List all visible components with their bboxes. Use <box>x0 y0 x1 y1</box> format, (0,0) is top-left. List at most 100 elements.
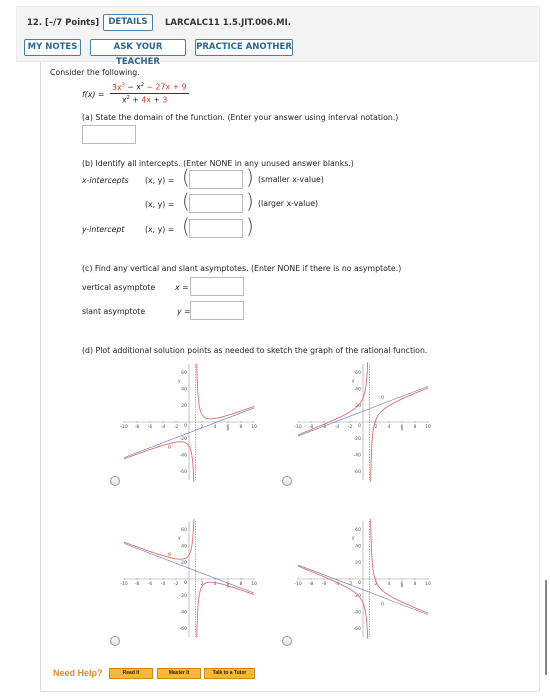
graph-option-4: -10-8-6-4-2246810-60-40-202040600xy <box>294 519 431 639</box>
xy-label: (x, y) = <box>145 176 175 185</box>
close-paren: ) <box>246 165 254 189</box>
x-tick-label: -10 <box>294 581 302 587</box>
hole-marker <box>380 395 385 399</box>
part-c-prompt: (c) Find any vertical and slant asymptot… <box>82 264 402 273</box>
slant-asymptote-input[interactable] <box>190 301 244 320</box>
x-axis-label: x <box>401 427 404 432</box>
y-tick-label: -40 <box>179 610 187 616</box>
y-tick-label: 40 <box>355 543 361 549</box>
y-tick-label: -60 <box>179 469 187 475</box>
x-tick-label: 4 <box>388 424 391 430</box>
y-axis-label: y <box>178 536 181 541</box>
points-label: [–/7 Points] <box>45 18 100 28</box>
x-equals-label: x = <box>175 283 189 292</box>
hole-marker <box>167 445 172 449</box>
x-tick-label: 4 <box>214 424 217 430</box>
question-header: 12. [–/7 Points] DETAILS LARCALC11 1.5.J… <box>16 6 540 67</box>
y-axis-label: y <box>178 379 181 384</box>
x-tick-label: -8 <box>309 581 314 587</box>
x-tick-label: 10 <box>251 581 257 587</box>
talk-to-tutor-button[interactable]: Talk to a Tutor <box>204 668 255 679</box>
slant-asymptote-label: slant asymptote <box>82 307 146 316</box>
x-tick-label: -6 <box>322 581 327 587</box>
part-a-prompt: (a) State the domain of the function. (E… <box>82 113 399 122</box>
radio-option-4[interactable] <box>282 636 292 646</box>
details-button[interactable]: DETAILS <box>103 14 153 31</box>
y-tick-label: -60 <box>353 626 361 632</box>
radio-option-1[interactable] <box>110 476 120 486</box>
denominator: x2 + 4x + 3 <box>122 94 168 105</box>
function-fraction: 3x3 − x2 − 27x + 9 x2 + 4x + 3 <box>110 82 189 104</box>
y-tick-label: 60 <box>355 370 361 376</box>
x-tick-label: -10 <box>120 424 128 430</box>
x-tick-label: -10 <box>294 424 302 430</box>
graph-option-3: -10 -8 -6 -4 -2 2 4 6 8 10-60-40-202040600xy <box>120 519 257 638</box>
y-tick-label: 60 <box>181 370 187 376</box>
function-curve-right <box>196 581 255 638</box>
x-tick-label: 8 <box>414 581 417 587</box>
y-axis-label: y <box>352 536 355 541</box>
scrollbar[interactable] <box>545 580 547 675</box>
read-it-button[interactable]: Read It <box>109 668 153 679</box>
x-intercept-1-input[interactable] <box>189 170 243 189</box>
function-curve-left <box>123 441 195 482</box>
y-tick-label: 40 <box>181 543 187 549</box>
larger-note: (larger x-value) <box>258 199 319 208</box>
function-curve-right <box>370 387 429 482</box>
radio-option-3[interactable] <box>110 636 120 646</box>
intro-text: Consider the following. <box>50 68 140 77</box>
y-intercept-input[interactable] <box>189 219 243 238</box>
function-curve-right <box>196 363 255 420</box>
xy-label: (x, y) = <box>145 200 175 209</box>
domain-input[interactable] <box>82 125 136 144</box>
close-paren: ) <box>246 214 254 238</box>
x-tick-label: 10 <box>251 424 257 430</box>
y-tick-label: 20 <box>355 560 361 566</box>
x-tick-label: 8 <box>414 424 417 430</box>
xy-label: (x, y) = <box>145 225 175 234</box>
x-tick-label: 2 <box>201 424 204 430</box>
ask-teacher-button[interactable]: ASK YOUR TEACHER <box>90 39 186 67</box>
function-curve-left <box>123 519 195 560</box>
x-tick-label: -6 <box>148 424 153 430</box>
x-tick-label: -4 <box>335 424 340 430</box>
x-tick-label: 8 <box>240 424 243 430</box>
need-help-label: Need Help? <box>53 668 103 678</box>
y-tick-label: -40 <box>353 453 361 459</box>
y-tick-label: -60 <box>353 469 361 475</box>
question-number: 12. [–/7 Points] <box>27 18 100 28</box>
y-tick-label: -20 <box>353 436 361 442</box>
x-tick-label: -6 <box>148 581 153 587</box>
y-tick-label: -40 <box>353 610 361 616</box>
y-tick-label: 40 <box>181 386 187 392</box>
x-tick-label: 8 <box>240 581 243 587</box>
problem-code: LARCALC11 1.5.JIT.006.MI. <box>165 18 291 28</box>
x-tick-label: -10 <box>120 581 128 587</box>
x-axis-label: x <box>227 584 230 589</box>
function-lhs: f(x) = <box>82 90 105 99</box>
x-tick-label: 4 <box>388 581 391 587</box>
hole-marker <box>167 552 172 556</box>
origin-label: 0 <box>358 423 361 429</box>
x-tick-label: 10 <box>425 581 431 587</box>
part-d-prompt: (d) Plot additional solution points as n… <box>82 346 428 355</box>
master-it-button[interactable]: Master It <box>157 668 201 679</box>
x-tick-label: 2 <box>375 424 378 430</box>
vertical-asymptote-input[interactable] <box>190 277 244 296</box>
radio-option-2[interactable] <box>282 476 292 486</box>
origin-label: 0 <box>184 423 187 429</box>
y-tick-label: 60 <box>355 527 361 533</box>
numerator: 3x3 − x2 − 27x + 9 <box>110 82 189 94</box>
x-tick-label: 4 <box>214 581 217 587</box>
x-intercept-2-input[interactable] <box>189 194 243 213</box>
hole-marker <box>380 602 385 606</box>
practice-another-button[interactable]: PRACTICE ANOTHER <box>195 39 293 56</box>
x-axis-label: x <box>227 427 230 432</box>
my-notes-button[interactable]: MY NOTES <box>24 39 81 56</box>
y-tick-label: 60 <box>181 527 187 533</box>
y-tick-label: -20 <box>179 436 187 442</box>
x-tick-label: -2 <box>174 424 179 430</box>
part-b-prompt: (b) Identify all intercepts. (Enter NONE… <box>82 159 354 168</box>
function-curve-right <box>370 519 429 614</box>
y-tick-label: 40 <box>355 386 361 392</box>
